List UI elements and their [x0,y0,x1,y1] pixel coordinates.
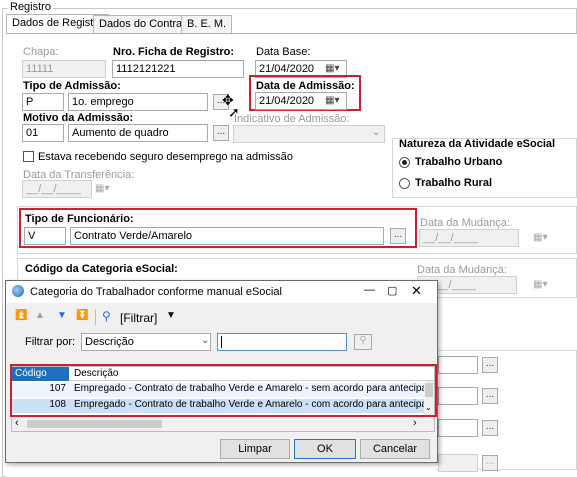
categoria-dialog: Categoria do Trabalhador conforme manual… [5,280,438,463]
indicativo-label: Indicativo de Admissão: [234,113,350,125]
calendar-icon: ▦▾ [95,183,110,194]
background-lookup-button-2[interactable]: ... [482,388,498,404]
tipo-funcionario-code[interactable]: V [24,227,66,245]
background-lookup-button-3[interactable]: ... [482,420,498,436]
horizontal-scrollbar[interactable]: ‹ › [12,417,434,431]
chapa-field: 11111 [22,60,106,78]
natureza-title: Natureza da Atividade eSocial [399,138,556,150]
tipo-funcionario-desc[interactable]: Contrato Verde/Amarelo [70,227,384,245]
filter-button[interactable]: [Filtrar] [120,311,157,325]
filter-dropdown-icon[interactable]: ▼ [166,310,176,321]
data-mudanca-label: Data da Mudança: [420,217,510,229]
seguro-label: Estava recebendo seguro desemprego na ad… [38,151,293,163]
motivo-label: Motivo da Admissão: [23,112,134,124]
previous-record-icon[interactable]: ▲ [35,310,45,321]
app-icon [12,285,24,297]
chevron-down-icon: ⌄ [201,335,210,346]
seguro-checkbox[interactable] [23,151,34,162]
trabalho-rural-label: Trabalho Rural [415,177,493,189]
group-title: Registro [8,1,53,13]
background-field-1[interactable] [438,356,478,374]
calendar-icon: ▦▾ [533,279,548,290]
motivo-desc[interactable]: Aumento de quadro [68,124,208,142]
chapa-label: Chapa: [23,46,59,58]
ok-button[interactable]: OK [294,439,356,459]
filter-search-input[interactable] [217,333,347,351]
dialog-title: Categoria do Trabalhador conforme manual… [30,286,282,298]
data-admissao-label: Data de Admissão: [256,80,355,92]
categoria-label: Código da Categoria eSocial: [25,263,178,275]
chevron-right-icon[interactable]: › [413,417,417,429]
tipo-funcionario-label: Tipo de Funcionário: [25,213,134,225]
filter-by-label: Filtrar por: [25,336,76,348]
grid-highlight [10,364,437,417]
dialog-titlebar: Categoria do Trabalhador conforme manual… [6,281,437,303]
background-lookup-button-4: ... [482,455,498,471]
indicativo-select [233,125,385,143]
motivo-lookup-button[interactable]: ... [213,125,229,141]
transferencia-field: __/__/____ [22,180,92,198]
toolbar-separator [95,309,96,325]
cancelar-button[interactable]: Cancelar [360,439,430,459]
filter-icon[interactable]: ⚲ [102,309,111,323]
data-mudanca-field: __/__/____ [419,229,519,247]
minimize-icon[interactable]: — [364,284,375,296]
maximize-icon[interactable]: ▢ [387,284,397,297]
background-lookup-button-1[interactable]: ... [482,357,498,373]
background-field-3[interactable] [438,419,478,437]
motivo-code[interactable]: 01 [22,124,64,142]
background-field-2[interactable] [438,387,478,405]
trabalho-rural-radio[interactable] [399,178,410,189]
tab-bem[interactable]: B. E. M. [181,15,233,33]
ficha-label: Nro. Ficha de Registro: [113,46,235,58]
next-record-icon[interactable]: ▼ [57,310,67,321]
close-icon[interactable]: ✕ [411,283,422,299]
tipo-funcionario-lookup-button[interactable]: ... [390,228,406,244]
trabalho-urbano-radio[interactable] [399,157,410,168]
tipo-admissao-desc[interactable]: 1o. emprego [68,93,208,111]
background-field-4 [438,454,478,472]
limpar-button[interactable]: Limpar [220,439,290,459]
chevron-left-icon[interactable]: ‹ [15,417,19,429]
tipo-admissao-code[interactable]: P [22,93,64,111]
ficha-field[interactable]: 1112121221 [112,60,244,78]
chevron-down-icon: ⌄ [372,127,381,138]
scroll-thumb[interactable] [27,420,162,428]
data-mudanca-label-2: Data da Mudança: [417,264,507,276]
last-record-icon[interactable]: ⏬ [76,310,88,321]
first-record-icon[interactable]: ⏫ [15,310,27,321]
apply-filter-button[interactable]: ⚲ [354,334,372,350]
calendar-icon: ▦▾ [533,232,548,243]
tipo-admissao-label: Tipo de Admissão: [23,80,121,92]
filter-by-select[interactable]: Descrição [81,333,211,351]
data-base-label: Data Base: [256,46,311,58]
calendar-icon[interactable]: ▦▾ [325,93,347,109]
trabalho-urbano-label: Trabalho Urbano [415,156,503,168]
